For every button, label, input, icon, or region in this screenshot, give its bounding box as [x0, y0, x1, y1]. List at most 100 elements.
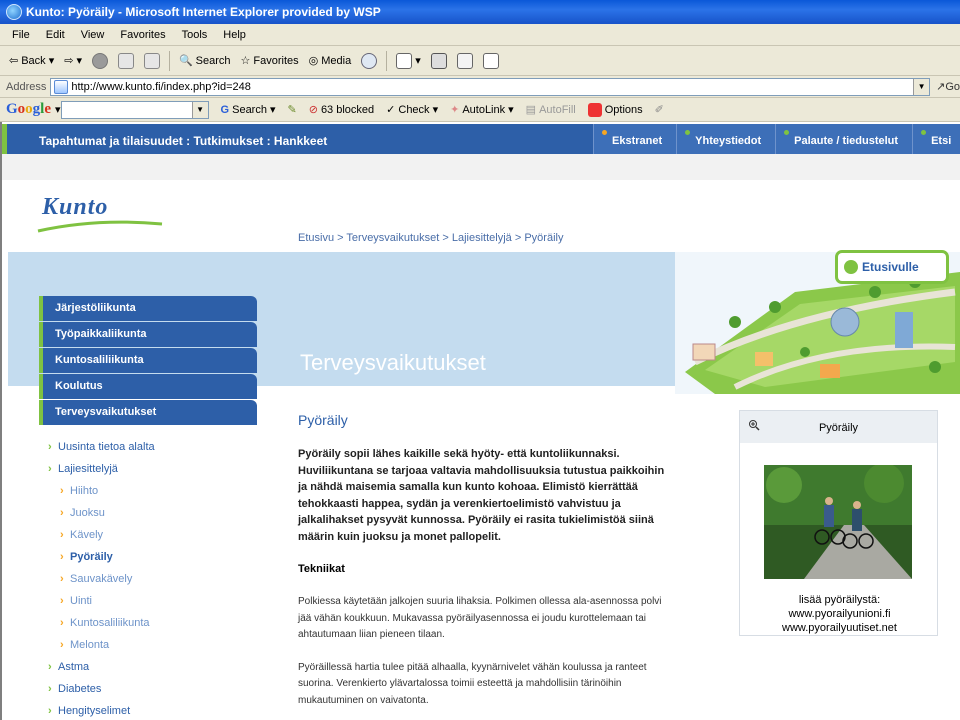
print-button[interactable]	[426, 49, 452, 73]
popup-blocker-icon: ⊘	[308, 104, 318, 116]
image-box: Pyöräily lisää pyöräilystä: www.pyoraily…	[739, 410, 938, 636]
back-arrow-icon: ⇦	[9, 55, 19, 67]
refresh-button[interactable]	[113, 49, 139, 73]
google-logo[interactable]: Google	[6, 101, 51, 118]
autolink-icon: ✦	[450, 104, 460, 116]
subnav-item[interactable]: Lajiesittelyjä	[48, 458, 258, 480]
tab-ekstranet[interactable]: Ekstranet	[593, 124, 677, 154]
subnav-item[interactable]: Uinti	[48, 590, 258, 612]
nav-tyopaikkaliikunta[interactable]: Työpaikkaliikunta	[39, 322, 257, 347]
chevron-down-icon[interactable]: ▾	[433, 103, 439, 116]
history-button[interactable]	[356, 49, 382, 73]
page-icon	[54, 79, 69, 94]
edit-button[interactable]	[452, 49, 478, 73]
ie-icon	[6, 4, 22, 20]
chevron-down-icon[interactable]: ▾	[76, 54, 82, 67]
go-button[interactable]: ↗Go	[936, 80, 960, 93]
top-links[interactable]: Tapahtumat ja tilaisuudet : Tutkimukset …	[39, 124, 327, 158]
article: Pyöräily Pyöräily sopii lähes kaikille s…	[298, 412, 668, 720]
url-input[interactable]: http://www.kunto.fi/index.php?id=248 ▼	[50, 77, 931, 96]
logo-swoosh-icon	[37, 220, 163, 233]
toolbar-separator	[168, 50, 170, 71]
leaf-icon	[844, 260, 858, 274]
subnav-item[interactable]: Sauvakävely	[48, 568, 258, 590]
tab-palaute[interactable]: Palaute / tiedustelut	[775, 124, 913, 154]
etusivulle-button[interactable]: Etusivulle	[835, 250, 949, 284]
favorites-label: Favorites	[253, 54, 299, 67]
menu-favorites[interactable]: Favorites	[112, 29, 173, 41]
search-button[interactable]: 🔍 Search	[174, 49, 236, 73]
google-toolbar: Google ▾ ▼ G Search ▾ ✎ ⊘ 63 blocked ✓ Check…	[0, 98, 960, 122]
discuss-button[interactable]	[478, 49, 504, 73]
zoom-icon[interactable]	[748, 419, 760, 431]
mail-icon	[396, 52, 413, 69]
forward-button[interactable]: ⇨ ▾	[59, 49, 87, 73]
subnav-item[interactable]: Kuntosaliliikunta	[48, 612, 258, 634]
menu-help[interactable]: Help	[215, 29, 254, 41]
link-pyorailyuutiset[interactable]: www.pyorailyuutiset.net	[740, 621, 939, 635]
address-bar: Address http://www.kunto.fi/index.php?id…	[0, 76, 960, 98]
google-search-button[interactable]: G Search ▾	[215, 103, 282, 117]
subnav-item[interactable]: Melonta	[48, 634, 258, 656]
highlight-button[interactable]: ✐	[649, 103, 670, 116]
menu-edit[interactable]: Edit	[38, 29, 73, 41]
home-button[interactable]	[139, 49, 165, 73]
google-g-icon: G	[220, 103, 230, 116]
link-pyorailyunioni[interactable]: www.pyorailyunioni.fi	[740, 607, 939, 621]
back-label: Back	[21, 54, 46, 67]
article-paragraph: Polkiessa käytetään jalkojen suuria liha…	[298, 596, 662, 640]
forward-arrow-icon: ⇨	[64, 55, 74, 67]
autolink-button[interactable]: ✦ AutoLink ▾	[444, 103, 520, 117]
subnav-item[interactable]: Kävely	[48, 524, 258, 546]
address-dropdown-button[interactable]: ▼	[913, 78, 930, 95]
chevron-down-icon[interactable]: ▾	[415, 54, 421, 67]
media-icon: ◎	[308, 55, 319, 67]
nav-terveysvaikutukset[interactable]: Terveysvaikutukset	[39, 400, 257, 425]
google-search-dropdown[interactable]: ▼	[191, 101, 208, 118]
media-button[interactable]: ◎ Media	[304, 49, 357, 73]
subnav-item[interactable]: Diabetes	[48, 678, 258, 700]
chevron-down-icon[interactable]: ▾	[49, 54, 55, 67]
chevron-down-icon[interactable]: ▾	[508, 103, 514, 116]
cyclists-photo[interactable]	[764, 465, 912, 579]
subnav-item-active[interactable]: Pyöräily	[48, 546, 258, 568]
menu-view[interactable]: View	[73, 29, 113, 41]
nav-koulutus[interactable]: Koulutus	[39, 374, 257, 399]
nav-kuntosaliliikunta[interactable]: Kuntosaliliikunta	[39, 348, 257, 373]
url-text: http://www.kunto.fi/index.php?id=248	[71, 80, 251, 93]
menu-tools[interactable]: Tools	[174, 29, 216, 41]
tab-etsi[interactable]: Etsi	[912, 124, 960, 154]
printer-icon	[430, 52, 447, 69]
image-caption: lisää pyöräilystä: www.pyorailyunioni.fi…	[740, 593, 939, 635]
subnav-item[interactable]: Astma	[48, 656, 258, 678]
subnav-item[interactable]: Juoksu	[48, 502, 258, 524]
subnav-item[interactable]: Uusinta tietoa alalta	[48, 436, 258, 458]
spellcheck-button[interactable]: ✓ Check ▾	[380, 103, 444, 117]
autofill-button[interactable]: ▤ AutoFill	[520, 103, 582, 117]
autolink-label: AutoLink	[462, 103, 506, 116]
tab-yhteystiedot[interactable]: Yhteystiedot	[676, 124, 776, 154]
google-search-input[interactable]: ▼	[60, 100, 209, 119]
page-section-title: Terveysvaikutukset	[300, 350, 486, 375]
caption-text: lisää pyöräilystä:	[798, 594, 881, 606]
chevron-down-icon[interactable]: ▾	[270, 103, 276, 116]
kunto-logo[interactable]: Kunto	[37, 194, 163, 238]
pagerank-button[interactable]: ✎	[282, 103, 303, 116]
article-paragraph: Pyöräillessä hartia tulee pitää alhaalla…	[298, 661, 647, 706]
stop-button[interactable]	[87, 49, 113, 73]
options-button[interactable]: Options	[582, 102, 649, 117]
nav-jarjestoliikunta[interactable]: Järjestöliikunta	[39, 296, 257, 321]
window-title: Kunto: Pyöräily - Microsoft Internet Exp…	[26, 5, 381, 19]
mail-button[interactable]: ▾	[391, 49, 426, 73]
popup-blocker-button[interactable]: ⊘ 63 blocked	[303, 103, 380, 117]
breadcrumb[interactable]: Etusivu > Terveysvaikutukset > Lajiesitt…	[298, 232, 563, 244]
toolbar-separator	[386, 50, 388, 71]
search-label: Search	[195, 54, 231, 67]
subnav-item[interactable]: Hiihto	[48, 480, 258, 502]
go-label: Go	[945, 81, 960, 93]
favorites-button[interactable]: ☆ Favorites	[236, 49, 304, 73]
back-button[interactable]: ⇦ Back ▾	[4, 49, 59, 73]
cyclists-image-icon	[764, 465, 912, 579]
subnav-item[interactable]: Hengityselimet	[48, 700, 258, 720]
menu-file[interactable]: File	[4, 29, 38, 41]
